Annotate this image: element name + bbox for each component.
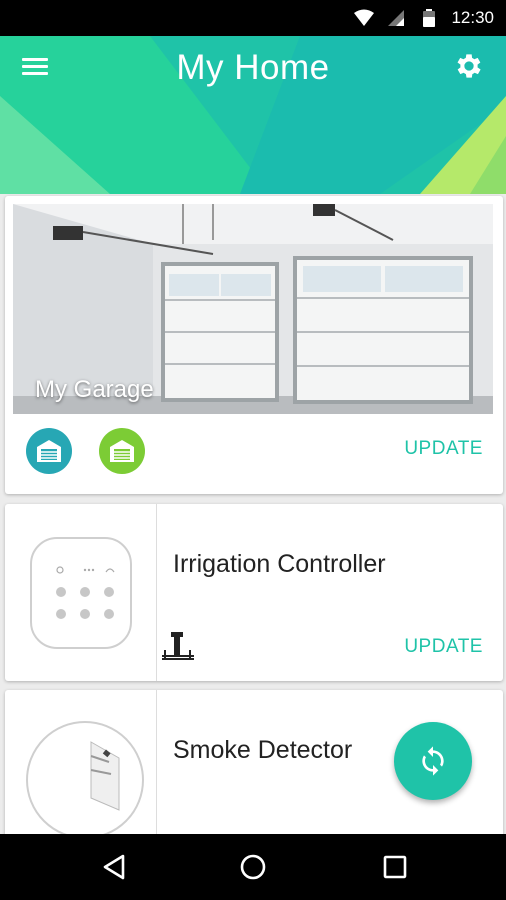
back-button[interactable] [98, 850, 132, 884]
home-button[interactable] [236, 850, 270, 884]
back-icon [103, 854, 125, 880]
garage-name: My Garage [35, 376, 154, 403]
smoke-device-image [5, 690, 157, 850]
garage-door-1-button[interactable] [26, 428, 72, 474]
settings-button[interactable] [453, 50, 487, 84]
irrigation-controller-icon [30, 537, 132, 649]
garage-update-button[interactable]: UPDATE [404, 438, 483, 460]
smoke-detector-icon [26, 721, 144, 839]
irrigation-device-name: Irrigation Controller [173, 550, 386, 578]
status-bar: 12:30 [0, 0, 506, 36]
garage-door-icon [37, 440, 61, 462]
battery-icon [423, 9, 435, 27]
app-header: My Home [0, 36, 506, 194]
garage-card[interactable]: My Garage UPDATE [5, 196, 503, 494]
irrigation-update-button[interactable]: UPDATE [404, 636, 483, 658]
recents-icon [383, 855, 407, 879]
gear-icon [457, 54, 481, 78]
refresh-icon [422, 746, 444, 776]
system-nav-bar [0, 834, 506, 900]
refresh-fab[interactable] [394, 722, 472, 800]
garage-door-2-button[interactable] [99, 428, 145, 474]
home-icon [240, 854, 266, 880]
page-title: My Home [176, 48, 330, 87]
garage-door-icon [110, 440, 134, 462]
irrigation-device-image [5, 504, 157, 681]
app-screen: 12:30 My Home My Garage UPDATE Irrigatio… [0, 0, 506, 900]
status-time: 12:30 [451, 8, 494, 27]
wifi-icon [354, 9, 374, 26]
irrigation-card[interactable]: Irrigation Controller UPDATE [5, 504, 503, 681]
recents-button[interactable] [378, 850, 412, 884]
garage-photo: My Garage [13, 204, 493, 414]
signal-icon [388, 10, 404, 26]
smoke-device-name: Smoke Detector [173, 736, 353, 764]
sprinkler-valve-icon [162, 632, 194, 660]
